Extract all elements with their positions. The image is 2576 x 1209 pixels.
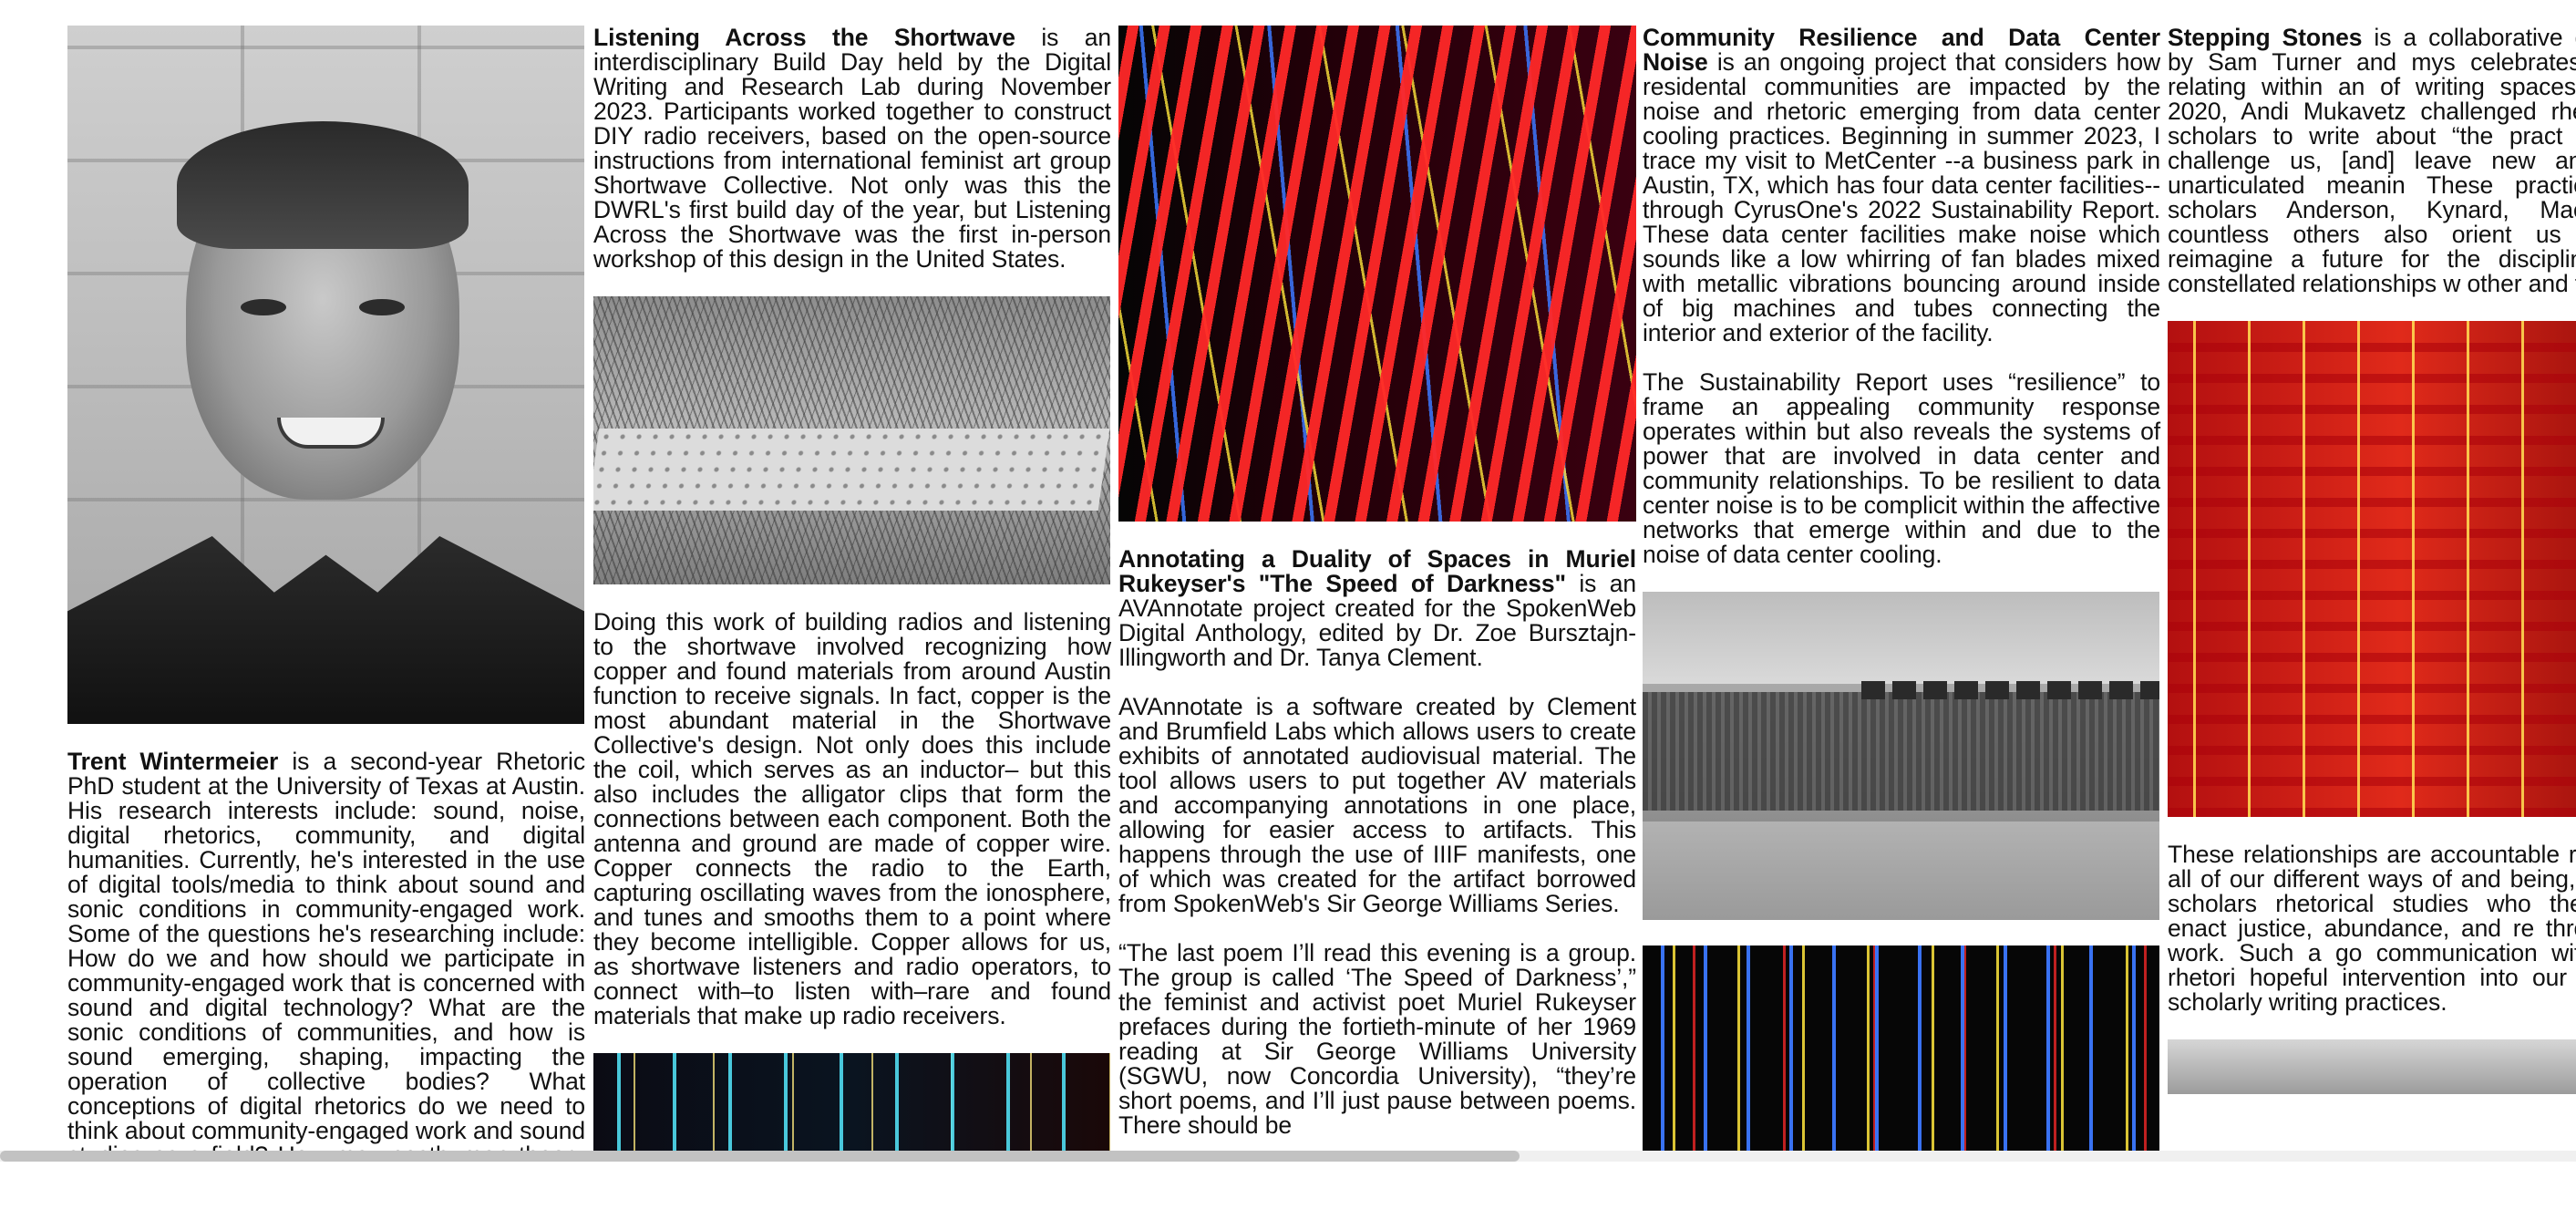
portrait-photo <box>67 26 584 724</box>
portrait-hair <box>177 121 469 249</box>
annotating-title: Annotating a Duality of Spaces in Muriel… <box>1118 545 1636 597</box>
annotating-body: AVAnnotate is a software created by Clem… <box>1118 693 1636 917</box>
shortwave-intro-paragraph: Listening Across the Shortwave is an int… <box>593 26 1111 272</box>
stepping-title: Stepping Stones <box>2168 24 2363 51</box>
profile-name: Trent Wintermeier <box>67 748 279 775</box>
shortwave-body: Doing this work of building radios and l… <box>593 608 1111 1029</box>
resilience-intro-paragraph: Community Resilience and Data Center Noi… <box>1643 26 2160 346</box>
resilience-intro: is an ongoing project that considers how… <box>1643 48 2160 346</box>
blue-light-streak-image <box>1643 946 2159 1151</box>
stepping-body: These relationships are accountable reve… <box>2168 841 2576 1016</box>
shortwave-intro: is an interdisciplinary Build Day held b… <box>593 24 1111 273</box>
horizontal-scrollbar[interactable] <box>0 1151 2576 1209</box>
stepping-intro-paragraph: Stepping Stones is a collaborative devel… <box>2168 26 2576 296</box>
portrait-shirt <box>67 536 584 724</box>
stepping-column: Stepping Stones is a collaborative devel… <box>2168 26 2576 1120</box>
profile-paragraph: Trent Wintermeier is a second-year Rheto… <box>67 748 585 1152</box>
red-yellow-light-image <box>2168 321 2576 817</box>
portrait-eye-left <box>241 299 286 315</box>
data-center-photo <box>1643 592 2159 920</box>
partial-photo <box>2168 1039 2576 1094</box>
stepping-intro: is a collaborative developed by Sam Turn… <box>2168 24 2576 297</box>
cooling-fans <box>1861 681 2159 699</box>
scrollbar-track[interactable] <box>0 1151 2576 1162</box>
annotating-quote: “The last poem I’ll read this evening is… <box>1118 939 1636 1139</box>
portrait-smile <box>277 418 385 449</box>
profile-bio: is a second-year Rhetoric PhD student at… <box>67 748 585 1152</box>
resilience-body: The Sustainability Report uses “resilien… <box>1643 368 2160 568</box>
radio-board <box>593 429 1110 511</box>
light-streak-image <box>593 1053 1110 1151</box>
red-light-streak-image <box>1118 26 1636 522</box>
annotating-intro-paragraph: Annotating a Duality of Spaces in Muriel… <box>1118 547 1636 670</box>
portrait-eye-right <box>359 299 405 315</box>
shortwave-title: Listening Across the Shortwave <box>593 24 1015 51</box>
page-viewport: Trent Wintermeier is a second-year Rheto… <box>0 0 2576 1151</box>
radio-build-photo <box>593 296 1110 584</box>
annotating-column: Annotating a Duality of Spaces in Muriel… <box>1118 26 1636 1151</box>
cooling-units <box>1643 692 2159 811</box>
resilience-column: Community Resilience and Data Center Noi… <box>1643 26 2160 1151</box>
shortwave-column: Listening Across the Shortwave is an int… <box>593 26 1111 1151</box>
scrollbar-thumb[interactable] <box>0 1151 1520 1162</box>
profile-column: Trent Wintermeier is a second-year Rheto… <box>67 26 585 1151</box>
